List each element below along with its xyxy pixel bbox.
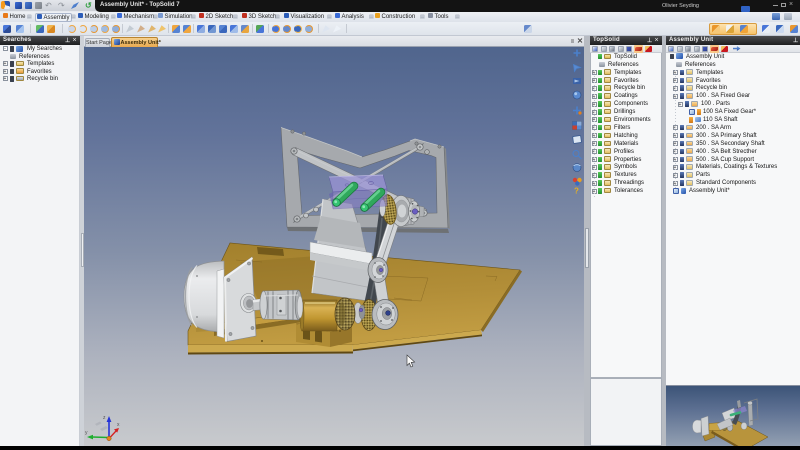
svg-text:z: z [103,415,106,421]
svg-text:x: x [117,422,120,428]
svg-text:?: ? [574,187,579,196]
svg-text:y: y [85,430,88,436]
